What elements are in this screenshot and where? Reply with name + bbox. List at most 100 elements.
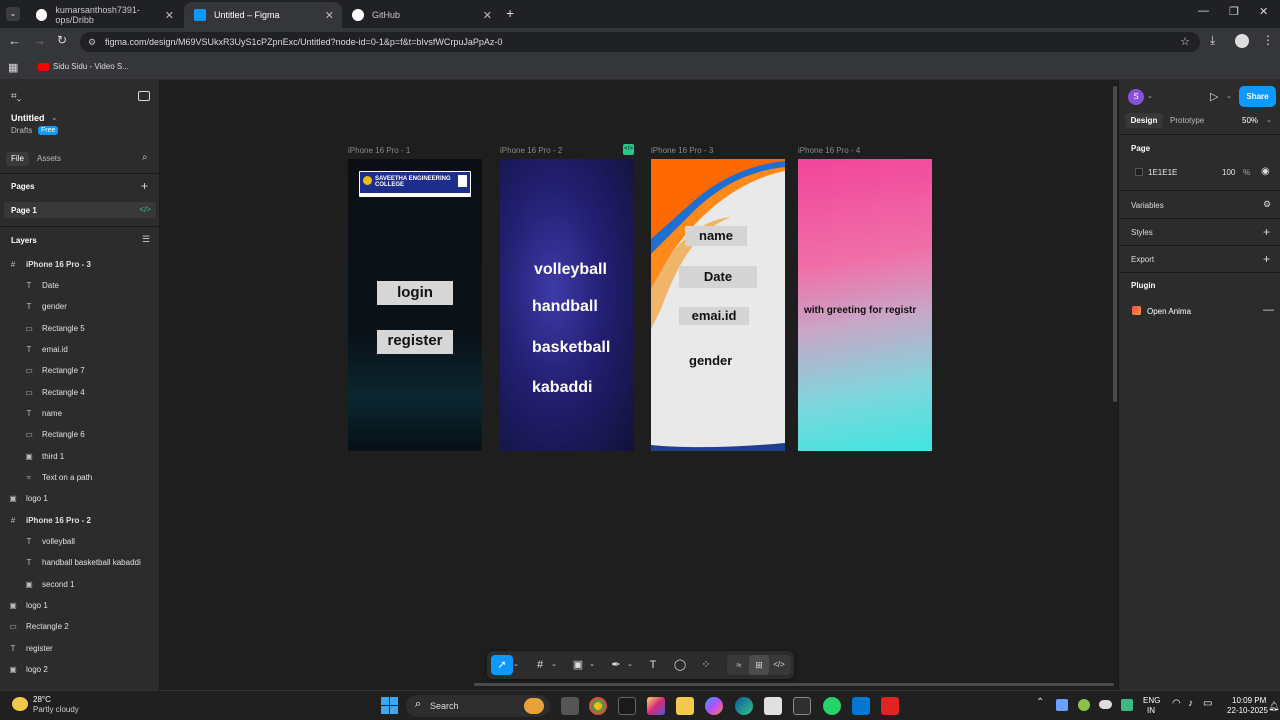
search-icon[interactable]: ⌕: [142, 152, 148, 163]
tab-prototype[interactable]: Prototype: [1170, 116, 1204, 125]
tray-app-icon[interactable]: [1078, 699, 1090, 711]
minimize-icon[interactable]: —: [1198, 5, 1209, 17]
language-primary[interactable]: ENG: [1143, 696, 1160, 705]
chevron-down-icon[interactable]: ⌄: [51, 113, 58, 122]
weather-icon[interactable]: [12, 697, 28, 711]
frame-iphone-2[interactable]: volleyball handball basketball kabaddi: [500, 159, 634, 451]
more-menu-icon[interactable]: ⋮: [1262, 33, 1274, 47]
canvas[interactable]: [160, 80, 1118, 690]
site-info-icon[interactable]: ⚙: [88, 32, 96, 52]
draw-mode-icon[interactable]: ≈: [729, 655, 749, 675]
tab-github[interactable]: GitHub ✕: [342, 2, 500, 28]
variables-section[interactable]: Variables: [1131, 201, 1271, 210]
layers-options-icon[interactable]: ☰: [142, 234, 150, 245]
url-field[interactable]: ⚙ figma.com/design/M69VSUkxR3UyS1cPZpnEx…: [80, 32, 1200, 52]
layer-item[interactable]: ▣ logo 1: [6, 488, 166, 508]
dev-mode-icon[interactable]: </>: [769, 655, 789, 675]
add-export-icon[interactable]: +: [1263, 252, 1270, 266]
layer-item[interactable]: Tname: [22, 403, 182, 423]
frame-tool-icon[interactable]: #: [529, 655, 551, 675]
frame-label[interactable]: iPhone 16 Pro - 2: [500, 146, 562, 155]
audio-app-icon[interactable]: [618, 697, 636, 715]
volume-icon[interactable]: ♪: [1188, 698, 1193, 709]
frame-label[interactable]: iPhone 16 Pro - 1: [348, 146, 410, 155]
chevron-down-icon[interactable]: ⌄: [511, 655, 521, 675]
export-section[interactable]: Export: [1131, 255, 1271, 264]
store-icon[interactable]: [793, 697, 811, 715]
zoom-level[interactable]: 50%: [1242, 116, 1258, 125]
avatar[interactable]: S: [1128, 89, 1144, 105]
layer-item[interactable]: Tregister: [6, 638, 166, 658]
color-swatch[interactable]: [1135, 168, 1143, 176]
chrome-icon[interactable]: [589, 697, 607, 715]
main-menu-icon[interactable]: ⌗⌄: [11, 91, 21, 102]
page-opacity-value[interactable]: 100: [1222, 168, 1235, 177]
gender-field[interactable]: gender: [689, 353, 732, 368]
frame-iphone-4[interactable]: with greeting for registr: [798, 159, 932, 451]
language-secondary[interactable]: IN: [1147, 706, 1155, 715]
layer-item[interactable]: ▭ Rectangle 4: [22, 382, 182, 402]
layer-item[interactable]: ▭ Rectangle 5: [22, 318, 182, 338]
apps-grid-icon[interactable]: ▦: [8, 61, 18, 74]
bookmark-item[interactable]: Sidu Sidu - Video S...: [38, 62, 129, 71]
tab-file[interactable]: File: [6, 152, 29, 166]
layer-item[interactable]: ▣ third 1: [22, 446, 182, 466]
maximize-icon[interactable]: ❐: [1229, 5, 1239, 18]
layer-item[interactable]: ≈ Text on a path: [22, 467, 182, 487]
instagram-icon[interactable]: [647, 697, 665, 715]
sidebar-toggle-icon[interactable]: [138, 91, 150, 101]
register-button[interactable]: register: [377, 330, 453, 354]
clock-date[interactable]: 22-10-2025: [1227, 706, 1268, 715]
file-title[interactable]: Untitled: [11, 113, 45, 123]
add-style-icon[interactable]: +: [1263, 225, 1270, 239]
actions-icon[interactable]: ⁘: [695, 655, 717, 675]
shape-tool-icon[interactable]: ▣: [567, 655, 589, 675]
frame-iphone-3[interactable]: name Date emai.id gender: [651, 159, 785, 451]
remove-plugin-icon[interactable]: —: [1263, 304, 1274, 316]
chevron-down-icon[interactable]: ⌄: [549, 655, 559, 675]
layer-item[interactable]: Thandball basketball kabaddi: [22, 552, 182, 572]
chevron-down-icon[interactable]: ⌄: [1266, 116, 1272, 124]
chevron-up-icon[interactable]: ⌃: [1036, 697, 1044, 708]
vertical-scrollbar[interactable]: [1113, 86, 1117, 402]
chevron-down-icon[interactable]: ⌄: [1147, 92, 1153, 100]
close-window-icon[interactable]: ✕: [1259, 5, 1268, 18]
copilot-icon[interactable]: [705, 697, 723, 715]
layer-item[interactable]: ▭ Rectangle 7: [22, 360, 182, 380]
frame-iphone-1[interactable]: SAVEETHA ENGINEERING COLLEGE login regis…: [348, 159, 482, 451]
page-color-value[interactable]: 1E1E1E: [1148, 168, 1177, 177]
bookmark-star-icon[interactable]: ☆: [1180, 32, 1190, 52]
download-icon[interactable]: ⤓: [1210, 33, 1215, 48]
layer-item[interactable]: ▣ logo 2: [6, 659, 166, 679]
email-field[interactable]: emai.id: [679, 307, 749, 325]
layer-item[interactable]: ▣ logo 1: [6, 595, 166, 615]
forward-icon[interactable]: →: [33, 33, 46, 48]
chevron-down-icon[interactable]: ⌄: [587, 655, 597, 675]
clock-time[interactable]: 10:09 PM: [1232, 696, 1266, 705]
dev-mode-icon[interactable]: </>: [623, 144, 634, 155]
notepad-icon[interactable]: [764, 697, 782, 715]
layer-item[interactable]: # iPhone 16 Pro - 2: [6, 510, 166, 530]
close-icon[interactable]: ✕: [165, 9, 174, 22]
styles-section[interactable]: Styles: [1131, 228, 1271, 237]
move-tool-icon[interactable]: ➚: [491, 655, 513, 675]
whatsapp-icon[interactable]: [823, 697, 841, 715]
layer-item[interactable]: ▭ Rectangle 2: [6, 616, 166, 636]
layer-item[interactable]: Tgender: [22, 296, 182, 316]
tab-search-icon[interactable]: ⌄: [6, 7, 20, 21]
chevron-down-icon[interactable]: ⌄: [625, 655, 635, 675]
tray-app-icon[interactable]: [1056, 699, 1068, 711]
taskbar-search[interactable]: ⌕ Search: [406, 695, 550, 717]
login-button[interactable]: login: [377, 281, 453, 305]
profile-avatar[interactable]: [1235, 34, 1249, 48]
weather-temp[interactable]: 28°C: [33, 695, 51, 704]
text-tool-icon[interactable]: T: [642, 655, 664, 675]
layer-item[interactable]: Temai.id: [22, 339, 182, 359]
file-explorer-icon[interactable]: [676, 697, 694, 715]
frame-label[interactable]: iPhone 16 Pro - 3: [651, 146, 713, 155]
present-icon[interactable]: ▷: [1210, 90, 1218, 103]
wps-office-icon[interactable]: [881, 697, 899, 715]
eye-icon[interactable]: ◉: [1261, 166, 1270, 177]
onedrive-icon[interactable]: [1099, 700, 1112, 709]
close-icon[interactable]: ✕: [483, 9, 492, 22]
